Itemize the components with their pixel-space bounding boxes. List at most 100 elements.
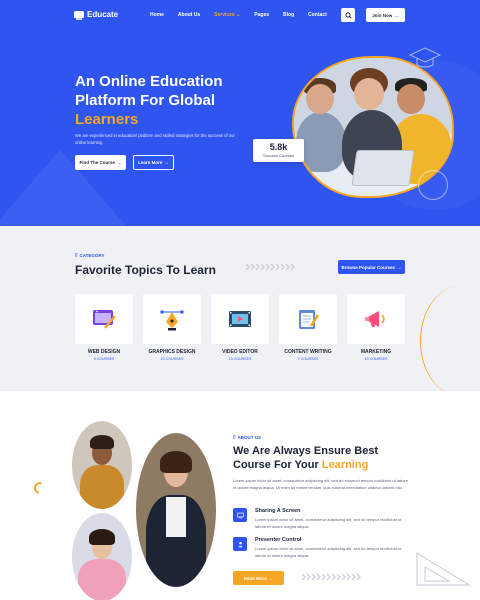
nav-item-pages[interactable]: Pages [254, 12, 269, 18]
topic-name: MARKETING [360, 349, 392, 355]
student-head [397, 84, 425, 114]
topic-card-graphics-design[interactable] [143, 294, 201, 344]
hero-title-line2: Platform For Global [75, 92, 216, 109]
browse-courses-label: Browse Popular Courses [341, 264, 395, 270]
join-now-button[interactable]: Join Now → [366, 8, 405, 22]
find-course-label: Find The Course [79, 160, 115, 165]
topic-card-marketing[interactable] [347, 294, 405, 344]
learn-more-label: Learn More [138, 160, 163, 165]
laptop-illustration [351, 150, 415, 186]
feature-icon-box [233, 537, 247, 551]
hero-title: An Online Education Platform For Global … [75, 72, 255, 129]
feature-text: Lorem ipsum dolor sit amet, consectetur … [255, 546, 402, 558]
presenter-icon [237, 541, 243, 547]
arrow-right-icon: → [397, 264, 402, 270]
student-head [306, 84, 334, 114]
about-description: Lorem ipsum dolor sit amet, consectetur … [233, 478, 408, 490]
nav-item-contact[interactable]: Contact [308, 12, 327, 18]
figure-hair [90, 435, 114, 449]
spiral-decoration-icon [31, 479, 49, 497]
top-navigation: Educate Home About Us Services ⌄ Pages B… [0, 0, 480, 32]
search-button[interactable] [341, 8, 355, 22]
set-square-ruler-icon [416, 552, 471, 586]
web-design-icon [93, 310, 116, 329]
topic-count: 10 COURSES [364, 357, 388, 361]
about-eyebrow-label: ABOUT US [237, 434, 261, 440]
hero-section: Educate Home About Us Services ⌄ Pages B… [0, 0, 480, 226]
about-title-line2: Course For Your [233, 459, 319, 471]
topic-count: 7 COURSES [297, 357, 319, 361]
nav-item-blog[interactable]: Blog [283, 12, 294, 18]
arrow-right-icon: → [164, 160, 169, 165]
feature-icon-box [233, 508, 247, 522]
arrow-right-icon: → [268, 575, 274, 581]
stat-value: 5.8k [269, 142, 288, 152]
topic-card-video-editor[interactable] [211, 294, 269, 344]
find-course-button[interactable]: Find The Course → [75, 155, 126, 170]
search-icon [344, 11, 352, 19]
film-icon [229, 311, 251, 327]
about-section: ▯ ABOUT US We Are Always Ensure Best Cou… [0, 391, 480, 600]
topic-cards: WEB DESIGN 8 COURSES GRAPHICS DESIGN 10 … [75, 294, 405, 374]
chevrons-decoration-icon [301, 573, 361, 581]
topic-card-web-design[interactable] [75, 294, 133, 344]
about-eyebrow: ▯ ABOUT US [233, 434, 261, 440]
topic-card-content-writing[interactable] [279, 294, 337, 344]
arrow-right-icon: → [117, 160, 122, 165]
category-title: Favorite Topics To Learn [75, 263, 216, 277]
learn-more-button[interactable]: Learn More → [133, 155, 174, 170]
feature-title: Sharing A Screen [255, 508, 301, 514]
nav-item-home[interactable]: Home [150, 12, 164, 18]
bookmark-icon: ▯ [75, 252, 78, 257]
about-title: We Are Always Ensure Best Course For You… [233, 444, 408, 472]
feature-text: Lorem ipsum dolor sit amet, consectetur … [255, 517, 402, 529]
read-more-button[interactable]: Read More → [233, 571, 284, 585]
about-photo-student-laptop [72, 513, 132, 600]
bookmark-icon: ▯ [233, 434, 236, 439]
topic-count: 10 COURSES [160, 357, 184, 361]
globe-outline-icon [418, 170, 448, 200]
main-menu: Home About Us Services ⌄ Pages Blog Cont… [150, 12, 341, 18]
about-photo-student-headphones [72, 421, 132, 509]
topic-count: 13 COURSES [228, 357, 252, 361]
hero-description: We are experienced in educationl platfor… [75, 133, 235, 145]
brand-logo[interactable]: Educate [74, 10, 119, 20]
decorative-curve [420, 286, 480, 391]
screen-icon [236, 512, 244, 518]
figure-shirt [166, 497, 186, 537]
browse-courses-button[interactable]: Browse Popular Courses → [338, 260, 405, 274]
feature-title: Presenter Control [255, 537, 302, 543]
stat-label: Success Courses [262, 153, 295, 158]
hero-title-highlight: Learners [75, 111, 139, 128]
about-title-line1: We Are Always Ensure Best [233, 445, 379, 457]
graduation-cap-icon [74, 11, 84, 20]
about-title-highlight: Learning [321, 459, 369, 471]
student-head [354, 78, 384, 110]
topic-name: GRAPHICS DESIGN [148, 349, 196, 355]
category-eyebrow: ▯ CATEGORY [75, 252, 105, 258]
join-now-label: Join Now [372, 12, 393, 18]
nav-item-services[interactable]: Services ⌄ [214, 12, 240, 18]
category-eyebrow-label: CATEGORY [79, 252, 105, 258]
notepad-icon [299, 310, 320, 329]
megaphone-icon [365, 311, 385, 327]
category-section: ▯ CATEGORY Favorite Topics To Learn Brow… [0, 226, 480, 391]
figure-hair [89, 529, 115, 545]
success-stat-card: 5.8k Success Courses [253, 139, 304, 162]
about-photo-teacher [136, 433, 216, 587]
figure-body [80, 465, 124, 509]
hero-title-line1: An Online Education [75, 73, 223, 90]
figure-body [78, 559, 126, 600]
topic-name: WEB DESIGN [87, 349, 121, 355]
brand-name: Educate [87, 10, 119, 19]
nav-item-about[interactable]: About Us [178, 12, 200, 18]
topic-count: 8 COURSES [93, 357, 115, 361]
topic-name: VIDEO EDITOR [222, 349, 258, 355]
read-more-label: Read More [243, 575, 267, 581]
chevrons-decoration-icon [245, 263, 295, 271]
topic-name: CONTENT WRITING [284, 349, 332, 355]
arrow-right-icon: → [394, 12, 399, 18]
figure-hair [160, 451, 192, 473]
mortarboard-outline-icon [408, 47, 442, 68]
pen-tool-icon [160, 310, 184, 331]
